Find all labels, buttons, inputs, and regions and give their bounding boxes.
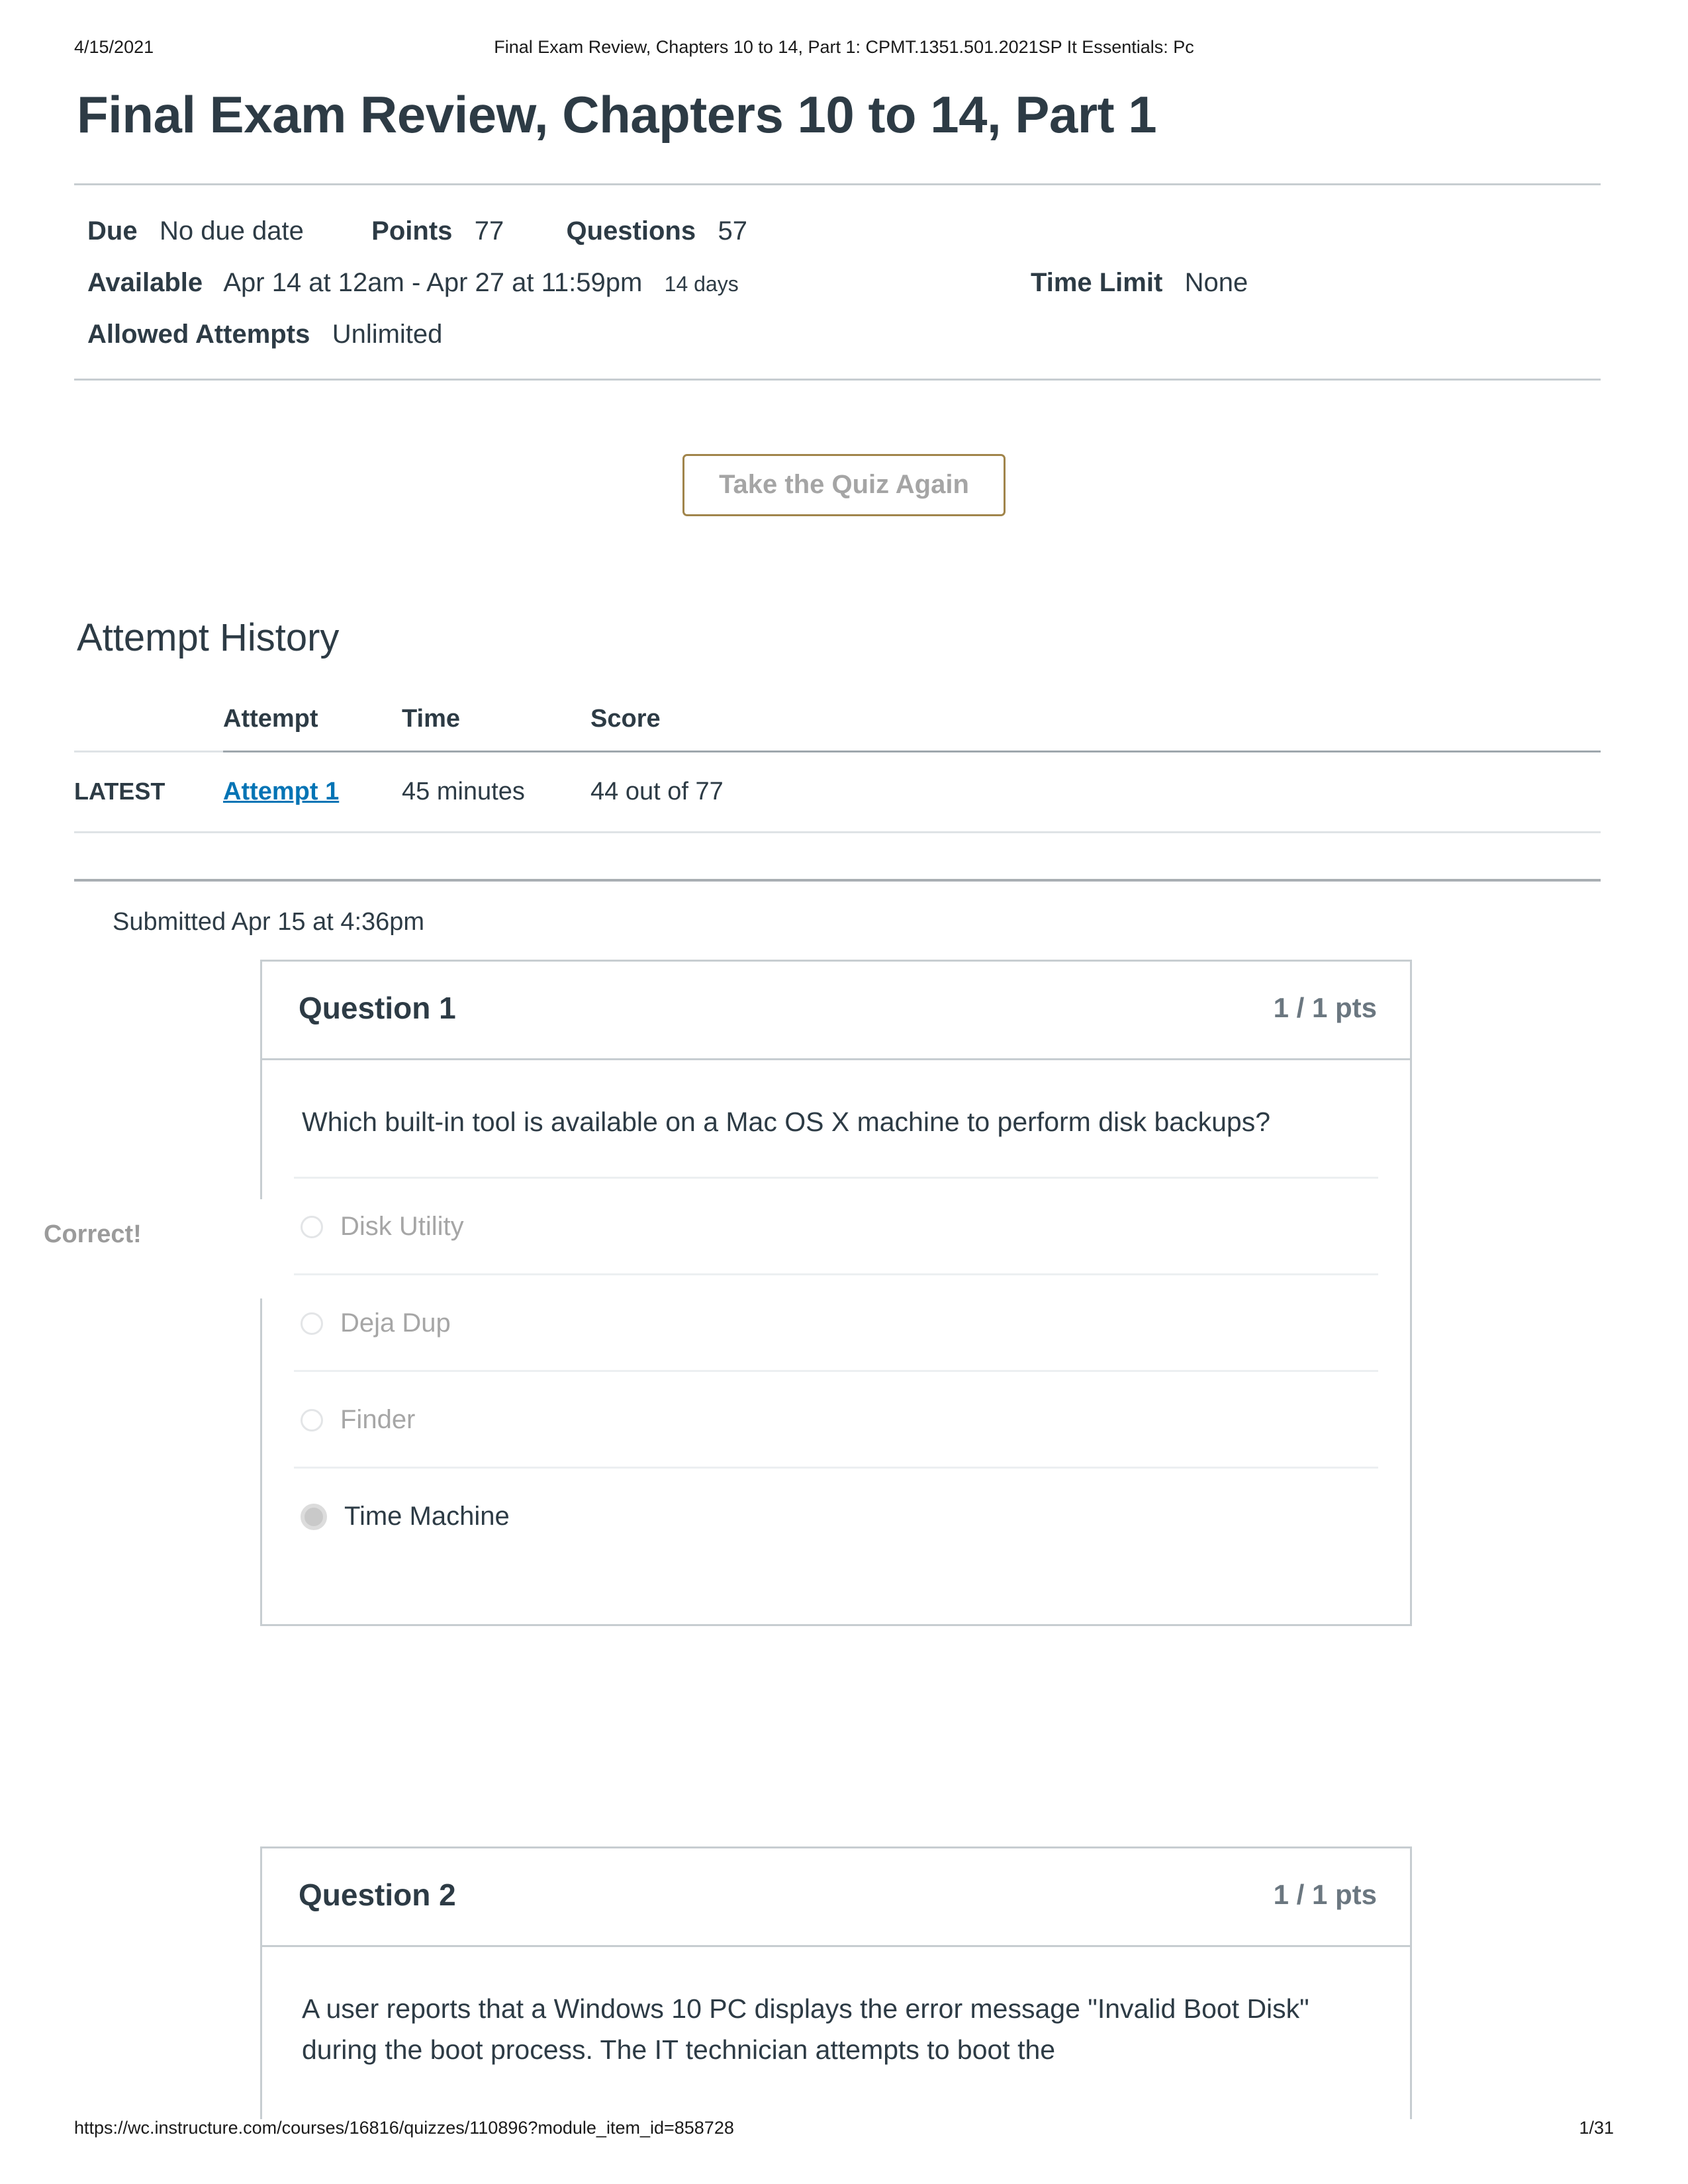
question-2: Question 2 1 / 1 pts A user reports that… [260,1846,1412,2119]
allowed-attempts-label: Allowed Attempts [87,320,310,349]
radio-unselected-icon[interactable] [301,1215,323,1238]
retake-button-container: Take the Quiz Again [0,454,1688,516]
footer-url: https://wc.instructure.com/courses/16816… [74,2118,734,2138]
table-header-row: Attempt Time Score [74,705,1601,752]
available-label: Available [87,268,203,297]
questions-label: Questions [566,216,696,246]
answer-option-label: Finder [340,1405,416,1435]
questions-value: 57 [718,216,747,246]
question-1-answers: Disk Utility Deja Dup Finder Time Machin… [294,1177,1378,1563]
available-duration: 14 days [664,272,739,296]
answer-option-label: Deja Dup [340,1308,451,1338]
column-header-attempt: Attempt [223,705,402,752]
answer-option-inner[interactable]: Disk Utility [301,1212,464,1242]
table-row: LATEST Attempt 1 45 minutes 44 out of 77 [74,751,1601,833]
column-header-blank [74,705,223,752]
latest-badge: LATEST [74,778,165,805]
print-footer: https://wc.instructure.com/courses/16816… [0,2118,1688,2140]
answer-option[interactable]: Deja Dup [294,1273,1378,1370]
radio-selected-icon[interactable] [301,1503,327,1530]
question-1-body: Correct! Which built-in tool is availabl… [44,1060,1412,1627]
submitted-timestamp: Submitted Apr 15 at 4:36pm [113,908,425,936]
quiz-info-row-2: Available Apr 14 at 12am - Apr 27 at 11:… [87,257,1610,308]
divider-below-table [74,879,1601,882]
question-2-header: Question 2 1 / 1 pts [260,1846,1412,1947]
question-1-spacer [262,1563,1410,1624]
answer-option-inner[interactable]: Deja Dup [301,1308,451,1338]
quiz-info: Due No due date Points 77 Questions 57 A… [87,205,1610,360]
allowed-attempts-value: Unlimited [332,320,443,349]
radio-unselected-icon[interactable] [301,1312,323,1335]
answer-option-inner[interactable]: Finder [301,1405,415,1435]
answer-option-label: Disk Utility [340,1212,464,1242]
attempt-latest-tag: LATEST [74,751,223,833]
question-1-title: Question 1 [299,991,456,1025]
available-value: Apr 14 at 12am - Apr 27 at 11:59pm [223,268,643,297]
take-quiz-again-button[interactable]: Take the Quiz Again [682,454,1006,516]
attempt-1-link[interactable]: Attempt 1 [223,778,339,805]
question-1-points: 1 / 1 pts [1273,992,1377,1023]
attempt-time-cell: 45 minutes [402,751,590,833]
due-label: Due [87,216,138,246]
quiz-info-row-1: Due No due date Points 77 Questions 57 [87,205,1610,257]
question-1-text: Which built-in tool is available on a Ma… [302,1107,1271,1137]
print-title: Final Exam Review, Chapters 10 to 14, Pa… [494,37,1194,57]
quiz-info-row-3: Allowed Attempts Unlimited [87,308,1610,360]
due-value: No due date [159,216,304,246]
answer-option[interactable]: Disk Utility [294,1177,1378,1273]
question-1-status: Correct! [44,1220,142,1248]
print-header: 4/15/2021 Final Exam Review, Chapters 10… [0,37,1688,60]
attempt-score-cell: 44 out of 77 [590,751,1601,833]
time-limit: Time Limit None [1031,257,1248,308]
footer-page-number: 1/31 [1579,2118,1614,2138]
border-gap-left [260,1199,262,1298]
points-label: Points [371,216,453,246]
answer-option-inner[interactable]: Time Machine [301,1502,510,1531]
divider-top [74,183,1601,185]
radio-unselected-icon[interactable] [301,1408,323,1432]
answer-option-selected[interactable]: Time Machine [294,1467,1378,1563]
answer-option[interactable]: Finder [294,1370,1378,1467]
attempt-history-table: Attempt Time Score LATEST Attempt 1 45 m… [74,705,1601,833]
points-value: 77 [474,216,504,246]
time-limit-value: None [1184,268,1248,297]
question-2-title: Question 2 [299,1878,456,1912]
question-2-text: A user reports that a Windows 10 PC disp… [302,1993,1309,2066]
page-title: Final Exam Review, Chapters 10 to 14, Pa… [77,85,1157,144]
answer-option-label: Time Machine [344,1502,510,1531]
attempt-history-heading: Attempt History [77,616,340,659]
attempt-cell: Attempt 1 [223,751,402,833]
time-limit-label: Time Limit [1031,268,1163,297]
question-2-body: A user reports that a Windows 10 PC disp… [260,1947,1412,2119]
question-1: Question 1 1 / 1 pts Correct! Which buil… [44,960,1412,1627]
column-header-score: Score [590,705,1601,752]
column-header-time: Time [402,705,590,752]
question-1-header: Question 1 1 / 1 pts [260,960,1412,1060]
divider-mid [74,379,1601,381]
question-2-points: 1 / 1 pts [1273,1879,1377,1910]
